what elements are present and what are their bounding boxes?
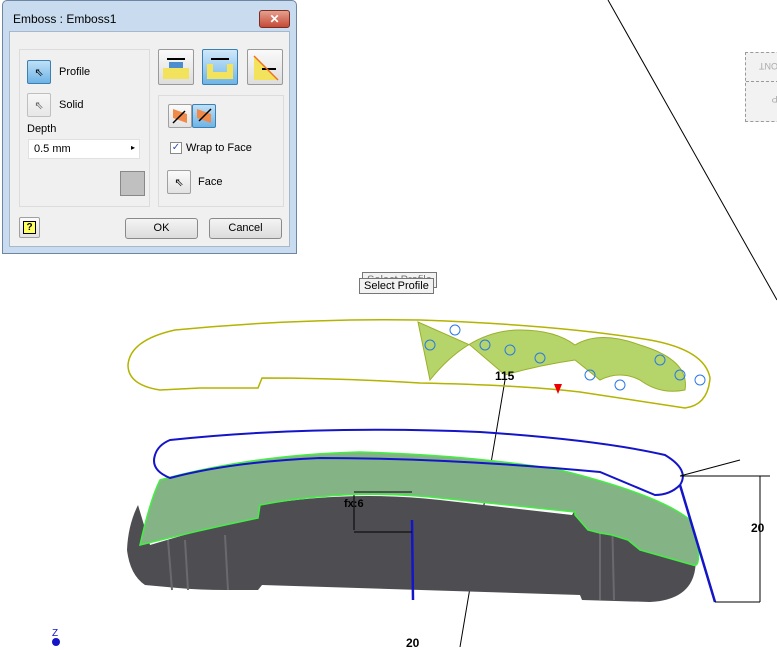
direction-1-button[interactable] [168, 104, 192, 128]
emboss-from-face-button[interactable] [158, 49, 194, 85]
z-axis-label: Z [52, 628, 58, 639]
ok-button[interactable]: OK [125, 218, 198, 239]
depth-label: Depth [27, 123, 57, 135]
wrap-to-face-label: Wrap to Face [186, 142, 252, 154]
dimension-length[interactable]: 115 [495, 369, 514, 383]
dimension-height-bottom[interactable]: 20 [406, 636, 419, 650]
help-button[interactable]: ? [19, 217, 40, 238]
viewcube-top[interactable]: TOP [750, 94, 777, 104]
face-label: Face [198, 176, 223, 188]
face-select-button[interactable]: ⇖ [167, 170, 191, 194]
solid-select-button[interactable]: ⇖ [27, 93, 51, 117]
cursor-arrow-icon: ⇖ [34, 66, 44, 79]
close-icon: ✕ [269, 12, 280, 26]
dialog-title: Emboss : Emboss1 [13, 12, 117, 26]
help-icon: ? [23, 221, 36, 234]
emboss-icon [163, 58, 189, 79]
direction-2-button[interactable] [192, 104, 216, 128]
close-button[interactable]: ✕ [259, 10, 290, 28]
dimension-depth[interactable]: fx:6 [344, 498, 364, 510]
cursor-arrow-icon: ⇖ [174, 176, 184, 189]
engrave-from-face-button[interactable] [202, 49, 238, 85]
dimension-height-right[interactable]: 20 [751, 521, 764, 535]
wrap-to-face-checkbox[interactable]: ✓ [170, 142, 182, 154]
cursor-arrow-icon: ⇖ [34, 99, 44, 112]
select-profile-tooltip: Select Profile [359, 278, 434, 294]
depth-value: 0.5 mm [34, 143, 71, 155]
depth-input[interactable]: 0.5 mm ▸ [28, 139, 140, 159]
plane-emboss-icon [253, 55, 279, 81]
profile-select-button[interactable]: ⇖ [27, 60, 51, 84]
viewcube-front[interactable]: FRONT [750, 61, 777, 71]
emboss-dialog: Emboss : Emboss1 ✕ ⇖ Profile ⇖ Solid Dep… [2, 0, 297, 254]
profile-label: Profile [59, 66, 91, 78]
shape-panel: ⇖ Profile ⇖ Solid Depth 0.5 mm ▸ [19, 49, 150, 207]
construction-line [607, 0, 777, 301]
direction-arrow-icon [197, 108, 212, 123]
cancel-button[interactable]: Cancel [209, 218, 282, 239]
direction-arrow-icon [172, 109, 187, 124]
engrave-icon [207, 58, 233, 79]
flyout-arrow-icon[interactable]: ▸ [131, 143, 135, 152]
color-swatch-button[interactable] [120, 171, 145, 196]
viewcube[interactable]: FRONT TOP [745, 52, 777, 122]
options-panel: ✓ Wrap to Face ⇖ Face [158, 95, 284, 207]
emboss-engrave-plane-button[interactable] [247, 49, 283, 85]
solid-label: Solid [59, 99, 84, 111]
